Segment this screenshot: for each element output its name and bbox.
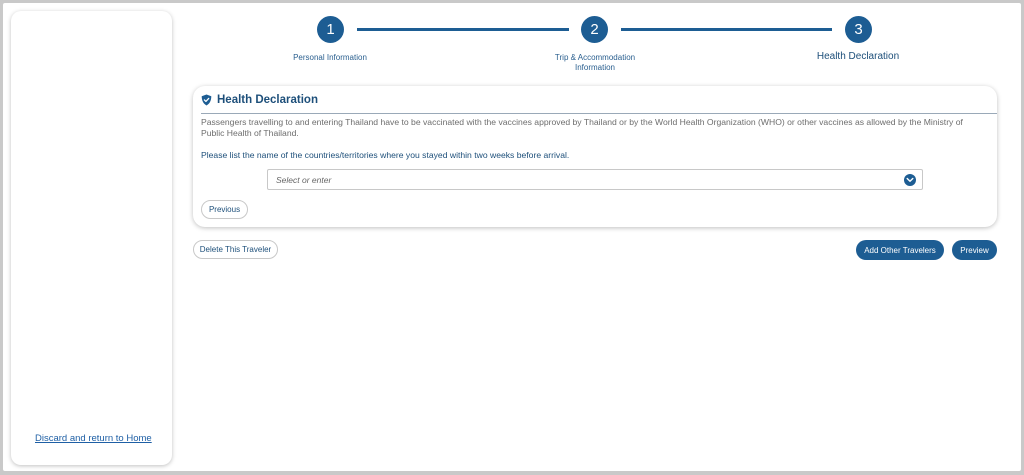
add-other-travelers-button[interactable]: Add Other Travelers xyxy=(856,240,944,260)
countries-select[interactable] xyxy=(267,169,923,190)
stepper-connector-1-2 xyxy=(357,28,569,31)
sidebar: Discard and return to Home xyxy=(11,11,172,465)
step-1-label: Personal Information xyxy=(293,53,367,62)
card-title: Health Declaration xyxy=(217,94,318,106)
step-3-label: Health Declaration xyxy=(816,51,900,62)
step-1-circle[interactable]: 1 xyxy=(317,16,344,43)
step-3-circle[interactable]: 3 xyxy=(845,16,872,43)
chevron-down-icon[interactable] xyxy=(904,174,916,186)
countries-instruction: Please list the name of the countries/te… xyxy=(201,150,570,160)
countries-select-input[interactable] xyxy=(276,173,876,187)
discard-return-home-link[interactable]: Discard and return to Home xyxy=(35,433,152,444)
card-heading: Health Declaration xyxy=(201,94,318,106)
delete-traveler-button[interactable]: Delete This Traveler xyxy=(193,240,278,259)
step-2-label-line2: Information xyxy=(574,63,616,72)
step-2-label-line1: Trip & Accommodation xyxy=(554,53,636,62)
previous-button[interactable]: Previous xyxy=(201,200,248,219)
health-declaration-card: Health Declaration Passengers travelling… xyxy=(193,86,997,227)
step-2-circle[interactable]: 2 xyxy=(581,16,608,43)
shield-icon xyxy=(201,94,212,106)
step-2-label: Trip & Accommodation Information xyxy=(530,53,660,73)
title-divider xyxy=(201,113,997,114)
stepper-connector-2-3 xyxy=(621,28,832,31)
preview-button[interactable]: Preview xyxy=(952,240,997,260)
vaccination-notice: Passengers travelling to and entering Th… xyxy=(201,117,963,138)
